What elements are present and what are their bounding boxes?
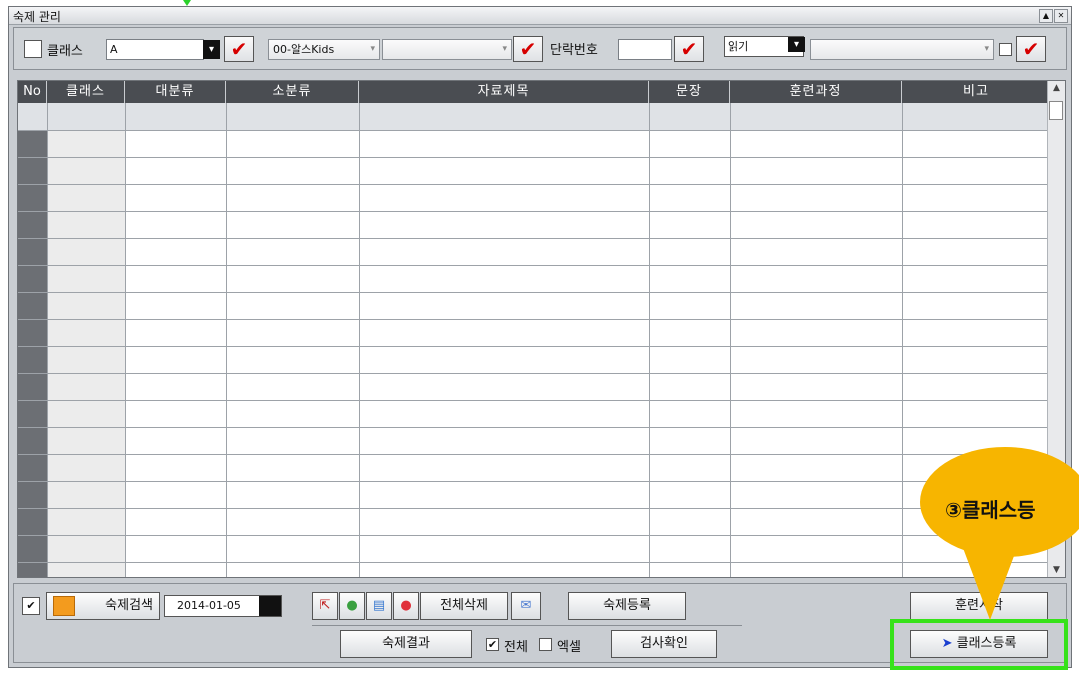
check-confirm-button[interactable]: 검사확인 — [611, 630, 717, 658]
column-header[interactable]: 대분류 — [125, 81, 226, 103]
chevron-down-icon: ▾ — [502, 44, 507, 54]
class-apply-check-icon[interactable]: ✔ — [224, 36, 254, 62]
delete-all-button[interactable]: 전체삭제 — [420, 592, 508, 620]
scroll-thumb[interactable] — [1049, 101, 1063, 120]
table-row-new[interactable] — [18, 103, 1048, 130]
homework-management-window: 숙제 관리 ▲ ✕ 클래스 A ▾ ✔ 00-알스Kids ▾ ▾ ✔ 단락번호… — [8, 6, 1072, 668]
program-apply-check-icon[interactable]: ✔ — [513, 36, 543, 62]
delete-all-label: 전체삭제 — [440, 598, 488, 613]
paragraph-input[interactable] — [618, 39, 672, 60]
homework-table: No 클래스 대분류 소분류 자료제목 문장 훈련과정 비고 ▲ ▼ — [17, 80, 1066, 578]
column-header[interactable]: 클래스 — [47, 81, 125, 103]
mode-detail-select[interactable]: ▾ — [810, 39, 994, 60]
close-icon[interactable]: ✕ — [1054, 9, 1068, 23]
folder-search-icon — [53, 596, 75, 616]
paragraph-label: 단락번호 — [550, 43, 598, 58]
homework-register-button[interactable]: 숙제등록 — [568, 592, 686, 620]
table-header: No 클래스 대분류 소분류 자료제목 문장 훈련과정 비고 — [18, 81, 1048, 103]
homework-result-label: 숙제결과 — [382, 636, 430, 651]
callout-text: ③클래스등 — [945, 498, 1036, 522]
homework-result-button[interactable]: 숙제결과 — [340, 630, 472, 658]
date-value: 2014-01-05 — [177, 599, 241, 612]
column-header[interactable]: 문장 — [649, 81, 730, 103]
filter-bar: 클래스 A ▾ ✔ 00-알스Kids ▾ ▾ ✔ 단락번호 ✔ 읽기 ▾ ▾ … — [13, 27, 1067, 70]
scroll-up-icon[interactable]: ▲ — [1048, 83, 1065, 93]
title-bar: 숙제 관리 ▲ ✕ — [9, 7, 1071, 25]
paragraph-apply-check-icon[interactable]: ✔ — [674, 36, 704, 62]
mode-checkbox[interactable] — [999, 43, 1012, 56]
edit-document-icon[interactable]: ▤ — [366, 592, 392, 620]
row-header-column — [18, 130, 47, 577]
excel-checkbox[interactable] — [539, 638, 552, 651]
filter-checkbox[interactable] — [24, 40, 42, 58]
homework-search-label: 숙제검색 — [105, 598, 153, 613]
class-select[interactable]: A — [106, 39, 204, 60]
mail-icon[interactable]: ✉ — [511, 592, 541, 620]
mode-apply-check-icon[interactable]: ✔ — [1016, 36, 1046, 62]
column-header[interactable]: No — [18, 81, 47, 103]
all-label: 전체 — [504, 640, 528, 655]
callout-tail — [960, 540, 1020, 620]
column-header[interactable]: 훈련과정 — [730, 81, 902, 103]
search-checkbox[interactable]: ✔ — [22, 597, 40, 615]
chevron-down-icon: ▾ — [370, 44, 375, 54]
calendar-dropdown-icon[interactable] — [259, 596, 281, 616]
column-header[interactable]: 소분류 — [226, 81, 359, 103]
mode-dropdown-icon[interactable]: ▾ — [788, 37, 805, 52]
excel-label: 엑셀 — [557, 640, 581, 655]
class-register-highlight — [890, 619, 1068, 670]
class-column-fill — [47, 130, 125, 577]
chevron-down-icon: ▾ — [984, 44, 989, 54]
column-header[interactable]: 자료제목 — [359, 81, 649, 103]
scroll-down-icon[interactable]: ▼ — [1048, 565, 1065, 575]
column-header[interactable]: 비고 — [902, 81, 1050, 103]
homework-register-label: 숙제등록 — [603, 598, 651, 613]
check-confirm-label: 검사확인 — [640, 636, 688, 651]
class-value: A — [110, 43, 118, 56]
date-input[interactable]: 2014-01-05 — [164, 595, 282, 617]
remove-circle-icon[interactable]: ● — [393, 592, 419, 620]
program-select[interactable]: 00-알스Kids ▾ — [268, 39, 380, 60]
add-circle-icon[interactable]: ● — [339, 592, 365, 620]
subprogram-select[interactable]: ▾ — [382, 39, 512, 60]
add-item-icon[interactable]: ⇱ — [312, 592, 338, 620]
divider — [312, 625, 742, 626]
homework-search-button[interactable]: 숙제검색 — [46, 592, 160, 620]
program-value: 00-알스Kids — [273, 43, 335, 56]
minimize-icon[interactable]: ▲ — [1039, 9, 1053, 23]
class-label: 클래스 — [47, 44, 83, 59]
mode-value: 읽기 — [728, 40, 749, 53]
class-dropdown-icon[interactable]: ▾ — [203, 40, 220, 59]
all-checkbox[interactable]: ✔ — [486, 638, 499, 651]
window-title: 숙제 관리 — [13, 10, 61, 24]
